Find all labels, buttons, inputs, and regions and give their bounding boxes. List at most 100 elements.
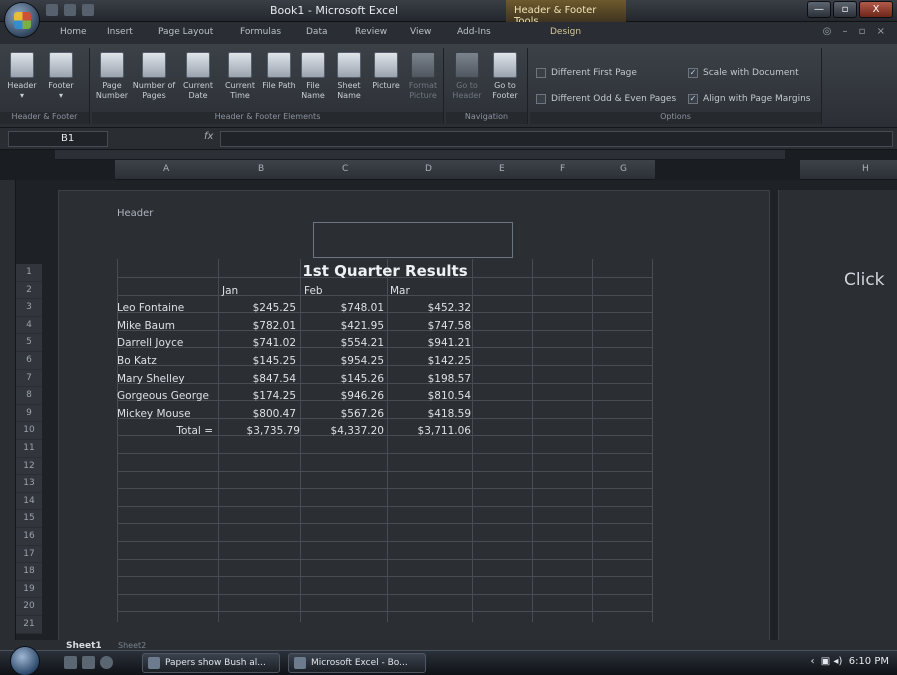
go-to-footer-button[interactable]: Go to Footer <box>486 52 524 101</box>
format-picture-button[interactable]: Format Picture <box>404 52 442 101</box>
mar-cell[interactable]: $418.59 <box>387 408 471 420</box>
row-header[interactable]: 13 <box>16 475 42 493</box>
file-path-button[interactable]: File Path <box>262 52 296 91</box>
column-header-a[interactable]: A <box>163 164 169 174</box>
feb-cell[interactable]: $946.26 <box>300 390 384 402</box>
jan-cell[interactable]: $847.54 <box>218 373 296 385</box>
column-header-d[interactable]: D <box>425 164 432 174</box>
sheet-name-button[interactable]: Sheet Name <box>330 52 368 101</box>
month-header-feb[interactable]: Feb <box>304 285 364 297</box>
feb-cell[interactable]: $954.25 <box>300 355 384 367</box>
row-header[interactable]: 6 <box>16 352 42 370</box>
close-button[interactable]: X <box>859 1 893 18</box>
tab-insert[interactable]: Insert <box>107 27 133 37</box>
save-icon[interactable] <box>46 4 58 16</box>
go-to-header-button[interactable]: Go to Header <box>448 52 486 101</box>
tab-add-ins[interactable]: Add-Ins <box>457 27 491 37</box>
column-header-c[interactable]: C <box>342 164 348 174</box>
row-header[interactable]: 18 <box>16 563 42 581</box>
row-header[interactable]: 10 <box>16 422 42 440</box>
tab-view[interactable]: View <box>410 27 431 37</box>
mar-cell[interactable]: $941.21 <box>387 337 471 349</box>
jan-cell[interactable]: $145.25 <box>218 355 296 367</box>
file-name-button[interactable]: File Name <box>296 52 330 101</box>
row-header[interactable]: 7 <box>16 369 42 388</box>
mar-cell[interactable]: $142.25 <box>387 355 471 367</box>
tab-page-layout[interactable]: Page Layout <box>158 27 213 37</box>
header-edit-box[interactable] <box>313 222 513 258</box>
header-button[interactable]: Header ▾ <box>3 52 41 101</box>
formula-input[interactable] <box>220 131 893 147</box>
tab-design[interactable]: Design <box>550 27 581 37</box>
align-with-margins-option[interactable]: ✓ Align with Page Margins <box>688 94 810 104</box>
show-desktop-icon[interactable] <box>64 656 77 669</box>
ie-icon[interactable] <box>100 656 113 669</box>
minimize-button[interactable]: — <box>807 1 831 18</box>
feb-cell[interactable]: $421.95 <box>300 320 384 332</box>
mar-cell[interactable]: $198.57 <box>387 373 471 385</box>
align-with-margins-checkbox[interactable]: ✓ <box>688 94 698 104</box>
month-header-jan[interactable]: Jan <box>222 285 282 297</box>
next-page[interactable] <box>778 190 897 642</box>
row-header[interactable]: 14 <box>16 492 42 511</box>
footer-button[interactable]: Footer ▾ <box>42 52 80 101</box>
jan-cell[interactable]: $174.25 <box>218 390 296 402</box>
tab-home[interactable]: Home <box>60 27 87 37</box>
name-box[interactable]: B1 <box>8 131 108 147</box>
tab-data[interactable]: Data <box>306 27 328 37</box>
name-cell[interactable]: Mike Baum <box>117 320 217 332</box>
name-cell[interactable]: Gorgeous George <box>117 390 217 402</box>
row-header[interactable]: 21 <box>16 616 42 634</box>
row-header[interactable]: 1 <box>16 264 42 282</box>
column-header-f[interactable]: F <box>560 164 565 174</box>
month-header-mar[interactable]: Mar <box>390 285 450 297</box>
name-cell[interactable]: Darrell Joyce <box>117 337 217 349</box>
scale-with-document-option[interactable]: ✓ Scale with Document <box>688 68 799 78</box>
jan-cell[interactable]: $741.02 <box>218 337 296 349</box>
clock[interactable]: 6:10 PM <box>849 656 889 667</box>
window-switcher-icon[interactable] <box>82 656 95 669</box>
different-first-page-option[interactable]: Different First Page <box>536 68 637 78</box>
office-button[interactable] <box>4 2 40 38</box>
row-header[interactable]: 2 <box>16 281 42 300</box>
row-header[interactable]: 4 <box>16 316 42 335</box>
different-odd-even-option[interactable]: Different Odd & Even Pages <box>536 94 676 104</box>
fx-icon[interactable]: fx <box>116 131 216 147</box>
name-cell[interactable]: Bo Katz <box>117 355 217 367</box>
column-header-b[interactable]: B <box>258 164 264 174</box>
row-header[interactable]: 19 <box>16 580 42 599</box>
column-header-e[interactable]: E <box>499 164 505 174</box>
taskbar-item-excel[interactable]: Microsoft Excel - Bo... <box>288 653 426 673</box>
row-header[interactable]: 3 <box>16 299 42 317</box>
different-odd-even-checkbox[interactable] <box>536 94 546 104</box>
different-first-page-checkbox[interactable] <box>536 68 546 78</box>
row-header[interactable]: 15 <box>16 510 42 528</box>
total-jan-cell[interactable]: $3,735.79 <box>218 425 300 437</box>
name-cell[interactable]: Leo Fontaine <box>117 302 217 314</box>
name-cell[interactable]: Mary Shelley <box>117 373 217 385</box>
total-feb-cell[interactable]: $4,337.20 <box>300 425 384 437</box>
tab-formulas[interactable]: Formulas <box>240 27 281 37</box>
name-cell[interactable]: Mickey Mouse <box>117 408 217 420</box>
sheet-tab-2[interactable]: Sheet2 <box>118 641 146 650</box>
mar-cell[interactable]: $452.32 <box>387 302 471 314</box>
row-header[interactable]: 5 <box>16 334 42 352</box>
start-button[interactable] <box>10 646 40 675</box>
row-header[interactable]: 17 <box>16 545 42 564</box>
scale-with-document-checkbox[interactable]: ✓ <box>688 68 698 78</box>
maximize-button[interactable]: ▫ <box>833 1 857 18</box>
feb-cell[interactable]: $748.01 <box>300 302 384 314</box>
jan-cell[interactable]: $782.01 <box>218 320 296 332</box>
feb-cell[interactable]: $567.26 <box>300 408 384 420</box>
jan-cell[interactable]: $245.25 <box>218 302 296 314</box>
tab-review[interactable]: Review <box>355 27 387 37</box>
column-header-h[interactable]: H <box>862 164 869 174</box>
row-header[interactable]: 8 <box>16 387 42 405</box>
mar-cell[interactable]: $810.54 <box>387 390 471 402</box>
undo-icon[interactable] <box>64 4 76 16</box>
mar-cell[interactable]: $747.58 <box>387 320 471 332</box>
number-of-pages-button[interactable]: Number of Pages <box>132 52 176 101</box>
row-header[interactable]: 16 <box>16 528 42 546</box>
taskbar-item-browser[interactable]: Papers show Bush al... <box>142 653 280 673</box>
page-number-button[interactable]: Page Number <box>94 52 130 101</box>
